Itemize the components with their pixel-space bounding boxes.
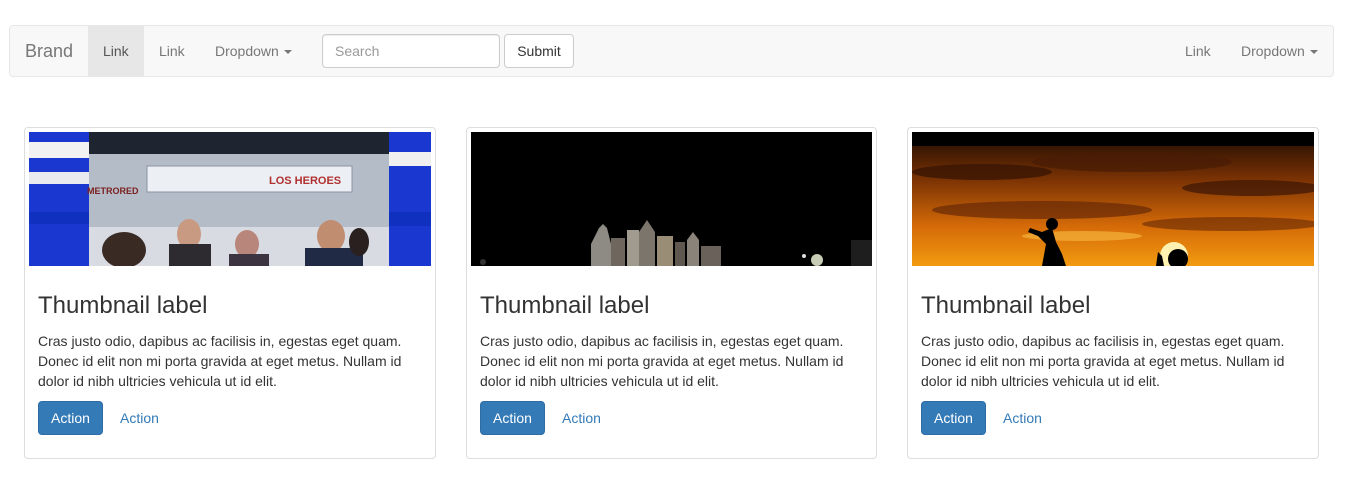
thumbnail-description: Cras justo odio, dapibus ac facilisis in…	[38, 333, 402, 389]
thumbnail-image-skyline	[471, 132, 872, 266]
primary-action-button[interactable]: Action	[921, 401, 986, 435]
caret-down-icon	[283, 50, 292, 55]
submit-button[interactable]: Submit	[504, 34, 574, 68]
thumbnail-description: Cras justo odio, dapibus ac facilisis in…	[921, 333, 1285, 389]
navbar: Brand Link Link Dropdown Submit Link Dro…	[9, 25, 1334, 77]
thumbnail-card: METRORED LOS HEROES Thumbnail label Cras…	[24, 127, 436, 459]
dropdown-label: Dropdown	[215, 43, 279, 59]
secondary-action-link[interactable]: Action	[107, 401, 172, 435]
image-sign-left: METRORED	[87, 186, 139, 196]
thumbnail-title: Thumbnail label	[38, 292, 208, 319]
thumbnail-image-subway: METRORED LOS HEROES	[29, 132, 431, 266]
image-sign-right: LOS HEROES	[269, 175, 341, 187]
primary-action-button[interactable]: Action	[480, 401, 545, 435]
navbar-brand[interactable]: Brand	[25, 26, 73, 76]
caret-down-icon	[1309, 50, 1318, 55]
secondary-action-link[interactable]: Action	[990, 401, 1055, 435]
nav-link-1[interactable]: Link	[88, 26, 144, 76]
dropdown-label: Dropdown	[1241, 43, 1305, 59]
thumbnail-card: Thumbnail label Cras justo odio, dapibus…	[907, 127, 1319, 459]
thumbnail-title: Thumbnail label	[921, 292, 1091, 319]
nav-dropdown-left[interactable]: Dropdown	[200, 26, 307, 76]
thumbnail-card: Thumbnail label Cras justo odio, dapibus…	[466, 127, 877, 459]
thumbnail-description: Cras justo odio, dapibus ac facilisis in…	[480, 333, 844, 389]
secondary-action-link[interactable]: Action	[549, 401, 614, 435]
nav-link-2[interactable]: Link	[144, 26, 200, 76]
thumbnail-title: Thumbnail label	[480, 292, 650, 319]
primary-action-button[interactable]: Action	[38, 401, 103, 435]
thumbnail-image-sunset	[912, 132, 1314, 266]
search-input[interactable]	[322, 34, 500, 68]
nav-dropdown-right[interactable]: Dropdown	[1226, 26, 1333, 76]
nav-link-right[interactable]: Link	[1170, 26, 1226, 76]
